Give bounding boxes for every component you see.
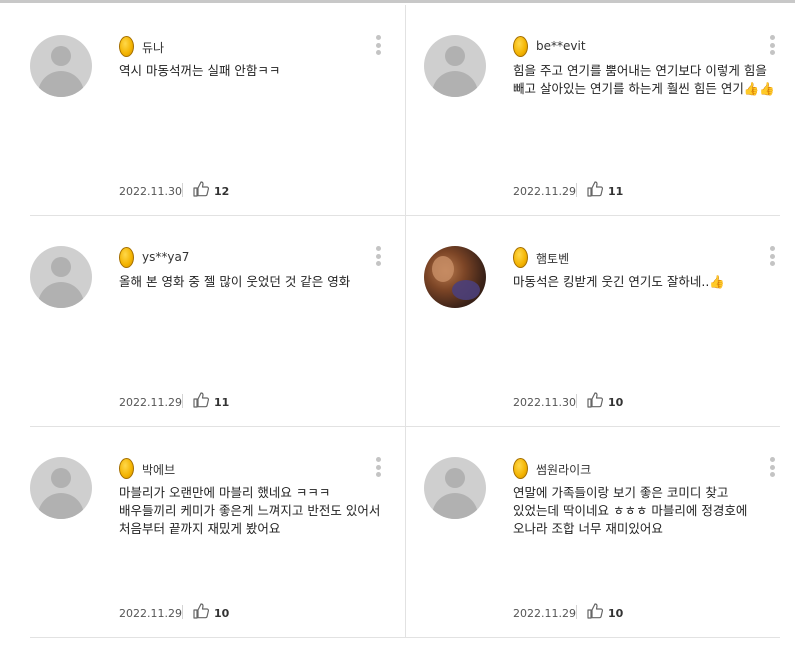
more-vertical-icon[interactable] <box>770 246 776 268</box>
reviewer-nickname[interactable]: be**evit <box>536 39 586 53</box>
like-count: 11 <box>214 396 230 409</box>
like-count: 11 <box>608 185 624 198</box>
reviewer-nickname[interactable]: 듀나 <box>142 39 164 56</box>
review-card: 햄토벤 마동석은 킹받게 웃긴 연기도 잘하네..👍 2022.11.30 10 <box>424 216 795 427</box>
divider <box>576 605 577 619</box>
thumbs-up-icon[interactable] <box>586 391 604 409</box>
review-text: 마동석은 킹받게 웃긴 연기도 잘하네..👍 <box>513 274 725 289</box>
thumbs-up-icon[interactable] <box>192 391 210 409</box>
review-date: 2022.11.29 <box>119 607 182 620</box>
review-date: 2022.11.29 <box>513 607 576 620</box>
divider <box>182 394 183 408</box>
thumbs-up-icon[interactable] <box>192 602 210 620</box>
divider <box>576 394 577 408</box>
more-vertical-icon[interactable] <box>770 457 776 479</box>
reviewer-nickname[interactable]: 박에브 <box>142 461 175 478</box>
user-avatar-icon[interactable] <box>30 457 92 519</box>
like-count: 10 <box>608 607 624 620</box>
more-vertical-icon[interactable] <box>376 35 382 57</box>
divider <box>576 183 577 197</box>
top-border <box>0 0 795 3</box>
review-text: 마블리가 오랜만에 마블리 했네요 ㅋㅋㅋ 배우들끼리 케미가 좋은게 느껴지고… <box>119 485 381 536</box>
review-card: 박에브 마블리가 오랜만에 마블리 했네요 ㅋㅋㅋ 배우들끼리 케미가 좋은게 … <box>30 427 405 638</box>
user-avatar-icon[interactable] <box>30 246 92 308</box>
review-card: 듀나 역시 마동석꺼는 실패 안함ㅋㅋ 2022.11.30 12 <box>30 5 405 216</box>
review-card: be**evit 힘을 주고 연기를 뿜어내는 연기보다 이렇게 힘을 빼고 살… <box>424 5 795 216</box>
review-card: 썸원라이크 연말에 가족들이랑 보기 좋은 코미디 찾고 있었는데 딱이네요 ㅎ… <box>424 427 795 638</box>
reviewer-nickname[interactable]: 햄토벤 <box>536 250 569 267</box>
review-text: 올해 본 영화 중 젤 많이 웃었던 것 같은 영화 <box>119 274 351 289</box>
column-divider <box>405 5 406 637</box>
review-date: 2022.11.30 <box>513 396 576 409</box>
user-avatar-icon[interactable] <box>30 35 92 97</box>
user-avatar-photo[interactable] <box>424 246 486 308</box>
user-avatar-icon[interactable] <box>424 457 486 519</box>
more-vertical-icon[interactable] <box>376 246 382 268</box>
gold-egg-badge-icon <box>513 247 528 268</box>
like-count: 10 <box>608 396 624 409</box>
review-date: 2022.11.29 <box>513 185 576 198</box>
review-text: 연말에 가족들이랑 보기 좋은 코미디 찾고 있었는데 딱이네요 ㅎㅎㅎ 마블리… <box>513 485 748 536</box>
gold-egg-badge-icon <box>513 36 528 57</box>
review-grid: 듀나 역시 마동석꺼는 실패 안함ㅋㅋ 2022.11.30 12 be**ev… <box>30 5 780 639</box>
like-count: 12 <box>214 185 230 198</box>
review-date: 2022.11.30 <box>119 185 182 198</box>
thumbs-up-icon[interactable] <box>192 180 210 198</box>
gold-egg-badge-icon <box>119 36 134 57</box>
divider <box>182 605 183 619</box>
gold-egg-badge-icon <box>513 458 528 479</box>
reviewer-nickname[interactable]: ys**ya7 <box>142 250 189 264</box>
review-card: ys**ya7 올해 본 영화 중 젤 많이 웃었던 것 같은 영화 2022.… <box>30 216 405 427</box>
review-text: 힘을 주고 연기를 뿜어내는 연기보다 이렇게 힘을 빼고 살아있는 연기를 하… <box>513 63 775 96</box>
review-text: 역시 마동석꺼는 실패 안함ㅋㅋ <box>119 63 281 78</box>
thumbs-up-icon[interactable] <box>586 602 604 620</box>
more-vertical-icon[interactable] <box>376 457 382 479</box>
thumbs-up-icon[interactable] <box>586 180 604 198</box>
reviewer-nickname[interactable]: 썸원라이크 <box>536 461 591 478</box>
more-vertical-icon[interactable] <box>770 35 776 57</box>
user-avatar-icon[interactable] <box>424 35 486 97</box>
gold-egg-badge-icon <box>119 247 134 268</box>
like-count: 10 <box>214 607 230 620</box>
divider <box>182 183 183 197</box>
gold-egg-badge-icon <box>119 458 134 479</box>
review-date: 2022.11.29 <box>119 396 182 409</box>
